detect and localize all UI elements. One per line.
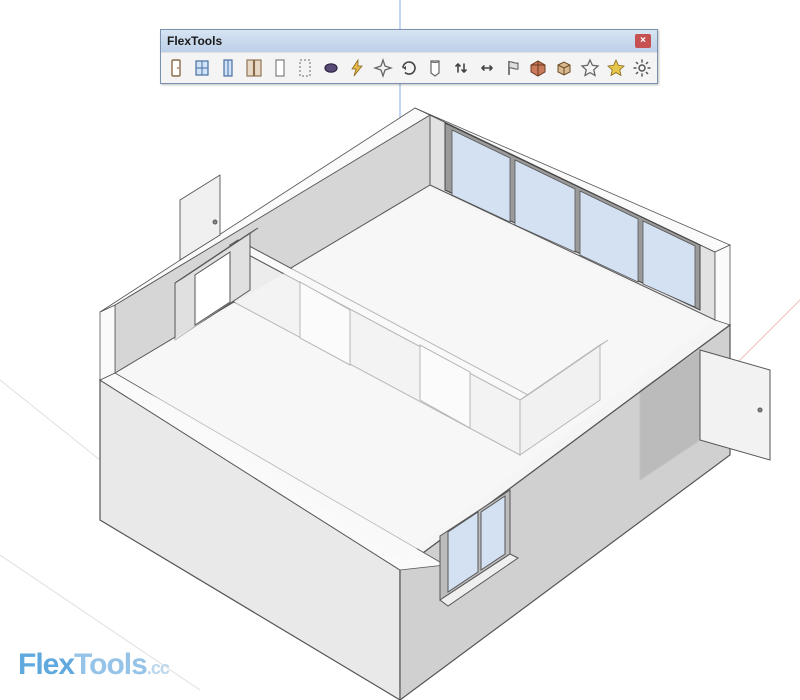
flex-note-icon[interactable] (423, 56, 447, 80)
model-scene (0, 0, 800, 700)
toolbar-title-text: FlexTools (167, 34, 222, 48)
toolbar-titlebar[interactable]: FlexTools × (161, 30, 657, 52)
watermark: FlexTools.cc (18, 648, 169, 682)
refresh-icon[interactable] (397, 56, 421, 80)
gear-icon[interactable] (630, 56, 654, 80)
zap-icon[interactable] (345, 56, 369, 80)
raise-lower-icon[interactable] (449, 56, 473, 80)
flex-glass-door-icon[interactable] (216, 56, 240, 80)
wall-cutter-icon[interactable] (526, 56, 550, 80)
close-icon[interactable]: × (635, 34, 651, 48)
flextools-toolbar[interactable]: FlexTools × (160, 29, 658, 84)
box-tool-icon[interactable] (552, 56, 576, 80)
flex-window-icon[interactable] (190, 56, 214, 80)
watermark-bold: Flex (18, 648, 74, 681)
viewport-3d[interactable]: FlexTools × (0, 0, 800, 700)
star-icon[interactable] (604, 56, 628, 80)
star-outline-icon[interactable] (578, 56, 602, 80)
flex-blank-icon[interactable] (293, 56, 317, 80)
watermark-suffix: .cc (147, 658, 169, 678)
watermark-rest: Tools (74, 648, 147, 681)
sparkle-icon[interactable] (371, 56, 395, 80)
toolbar-buttons-row (161, 52, 657, 83)
flex-lens-icon[interactable] (319, 56, 343, 80)
flex-double-door-icon[interactable] (242, 56, 266, 80)
expand-icon[interactable] (475, 56, 499, 80)
flex-door-icon[interactable] (164, 56, 188, 80)
flex-panel-icon[interactable] (268, 56, 292, 80)
flag-icon[interactable] (501, 56, 525, 80)
